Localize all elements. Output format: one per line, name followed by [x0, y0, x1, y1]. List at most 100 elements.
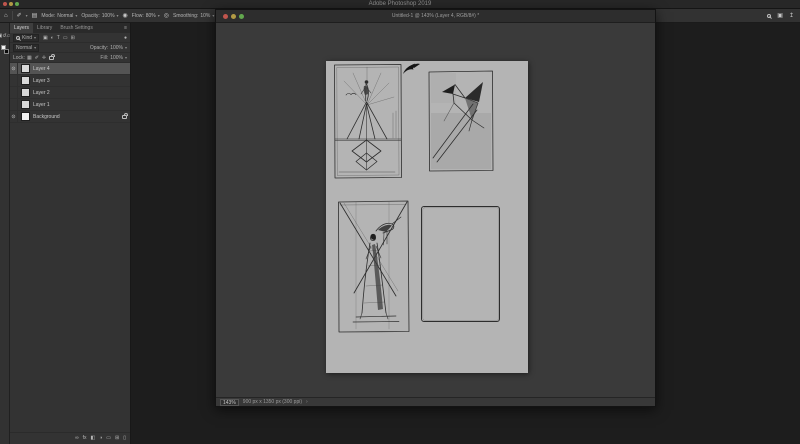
visibility-eye-empty[interactable]	[10, 87, 18, 99]
layer-thumbnail[interactable]	[21, 76, 30, 85]
add-layer-mask-icon[interactable]: ◧	[91, 434, 96, 442]
layer-name[interactable]: Layer 2	[33, 90, 50, 96]
minimize-window-icon[interactable]	[9, 2, 13, 6]
layer-thumbnail[interactable]	[21, 88, 30, 97]
foreground-color-swatch[interactable]	[1, 45, 6, 50]
flow-label: Flow:	[132, 13, 144, 19]
document-info: 900 px x 1350 px (300 ppi)	[243, 399, 302, 405]
new-layer-icon[interactable]: ⊞	[115, 434, 119, 442]
visibility-eye-empty[interactable]	[10, 99, 18, 111]
layer-row-layer1[interactable]: Layer 1	[10, 99, 130, 111]
layer-thumbnail[interactable]	[21, 64, 30, 73]
layers-panel: Layers Library Brush Settings ≡ Kind ▾ ▣…	[10, 23, 131, 444]
visibility-eye-icon[interactable]: ⊙	[10, 111, 18, 123]
zoom-level-field[interactable]: 143%	[220, 399, 239, 406]
app-title: Adobe Photoshop 2019	[0, 0, 800, 9]
blend-mode-dropdown[interactable]: Normal ▾	[13, 44, 39, 52]
layer-row-background[interactable]: ⊙ Background	[10, 111, 130, 123]
flow-caret-icon[interactable]: ▾	[158, 13, 160, 18]
opacity-value[interactable]: 100%	[102, 13, 115, 19]
flow-field: Flow: 80% ▾	[132, 13, 160, 19]
link-layers-icon[interactable]: ∞	[75, 434, 79, 442]
document-window-controls	[223, 14, 244, 19]
layer-name[interactable]: Background	[33, 114, 60, 120]
layer-thumbnail[interactable]	[21, 112, 30, 121]
fill-value[interactable]: 100%	[110, 55, 123, 61]
layers-panel-actions: ∞ fx ◧◑ ▭ ⊞ ▯	[10, 432, 130, 442]
filter-pixel-layers-icon[interactable]: ▣	[43, 34, 48, 42]
new-group-icon[interactable]: ▭	[106, 434, 111, 442]
doc-minimize-icon[interactable]	[231, 14, 236, 19]
canvas[interactable]	[326, 61, 528, 373]
opacity-caret-icon[interactable]: ▾	[117, 13, 119, 18]
home-icon[interactable]: ⌂	[4, 13, 8, 19]
filter-adjustment-layers-icon[interactable]: ◐	[51, 34, 54, 42]
app-window-controls	[3, 2, 19, 6]
filter-toggle-icon[interactable]: ●	[124, 34, 127, 42]
lock-pixels-icon[interactable]: ✐	[35, 54, 39, 62]
share-icon[interactable]: ↥	[789, 13, 794, 19]
tab-library[interactable]: Library	[33, 23, 56, 33]
layer-name[interactable]: Layer 3	[33, 78, 50, 84]
tab-layers[interactable]: Layers	[10, 23, 33, 33]
flow-value[interactable]: 80%	[146, 13, 156, 19]
search-icon[interactable]	[767, 14, 771, 18]
doc-zoom-icon[interactable]	[239, 14, 244, 19]
filter-smart-objects-icon[interactable]: ⊞	[71, 34, 75, 42]
layer-row-layer2[interactable]: Layer 2	[10, 87, 130, 99]
layers-list: ⊙ Layer 4 Layer 3 Layer 2 Layer 1 ⊙	[10, 63, 130, 123]
workspace-switcher-icon[interactable]: ▣	[777, 13, 783, 19]
layer-row-layer4[interactable]: ⊙ Layer 4	[10, 63, 130, 75]
opacity-field: Opacity: 100% ▾	[81, 13, 118, 19]
visibility-eye-empty[interactable]	[10, 75, 18, 87]
lock-label: Lock:	[13, 55, 25, 61]
layer-row-layer3[interactable]: Layer 3	[10, 75, 130, 87]
separator	[12, 11, 13, 20]
mode-label: Mode:	[41, 13, 55, 19]
smoothing-label: Smoothing:	[173, 13, 198, 19]
delete-layer-icon[interactable]: ▯	[123, 434, 126, 442]
mode-caret-icon[interactable]: ▾	[75, 13, 77, 18]
doc-close-icon[interactable]	[223, 14, 228, 19]
fill-label: Fill:	[100, 55, 108, 61]
blend-row: Normal ▾ Opacity: 100% ▾	[10, 43, 130, 53]
brush-preset-icon[interactable]: ✐	[17, 13, 22, 19]
smoothing-value[interactable]: 10%	[200, 13, 210, 19]
close-window-icon[interactable]	[3, 2, 7, 6]
kind-filter-dropdown[interactable]: Kind ▾	[13, 34, 39, 42]
brush-preset-caret-icon[interactable]: ▾	[26, 13, 28, 18]
fill-caret-icon[interactable]: ▾	[125, 55, 127, 60]
visibility-eye-icon[interactable]: ⊙	[10, 63, 18, 75]
layer-style-icon[interactable]: fx	[83, 434, 87, 442]
lock-position-icon[interactable]: ✛	[42, 54, 46, 62]
document-window: Untitled-1 @ 143% (Layer 4, RGB/8#) *	[215, 9, 656, 407]
layer-opacity-value[interactable]: 100%	[110, 45, 123, 51]
layer-opacity-label: Opacity:	[90, 45, 108, 51]
filter-type-layers-icon[interactable]: T	[57, 34, 60, 42]
pressure-opacity-icon[interactable]: ◉	[123, 13, 128, 19]
kind-caret-icon: ▾	[34, 35, 36, 40]
background-lock-icon	[122, 115, 127, 119]
kind-search-icon	[16, 36, 20, 40]
lock-transparency-icon[interactable]: ▦	[27, 54, 32, 62]
mode-value[interactable]: Normal	[57, 13, 73, 19]
opacity-label: Opacity:	[81, 13, 99, 19]
airbrush-icon[interactable]: ◎	[164, 13, 169, 19]
toggle-brush-panel-icon[interactable]: ▤	[32, 13, 38, 19]
document-titlebar[interactable]: Untitled-1 @ 143% (Layer 4, RGB/8#) *	[216, 10, 655, 23]
layer-name[interactable]: Layer 4	[33, 66, 50, 72]
photoshop-app: Adobe Photoshop 2019 ⌂ ✐ ▾ ▤ Mode: Norma…	[0, 0, 800, 444]
filter-icons: ▣◐T▭⊞	[43, 34, 75, 42]
tab-brush-settings[interactable]: Brush Settings	[56, 23, 97, 33]
pasteboard[interactable]	[216, 23, 655, 397]
status-chevron-icon[interactable]: ›	[306, 399, 308, 405]
layer-thumbnail[interactable]	[21, 100, 30, 109]
color-swatches	[0, 45, 10, 57]
lock-all-icon[interactable]	[49, 56, 54, 60]
layer-opacity-caret-icon[interactable]: ▾	[125, 45, 127, 50]
panel-menu-icon[interactable]: ≡	[124, 23, 127, 33]
new-adjustment-layer-icon[interactable]: ◑	[99, 434, 102, 442]
layer-name[interactable]: Layer 1	[33, 102, 50, 108]
filter-shape-layers-icon[interactable]: ▭	[63, 34, 68, 42]
zoom-window-icon[interactable]	[15, 2, 19, 6]
